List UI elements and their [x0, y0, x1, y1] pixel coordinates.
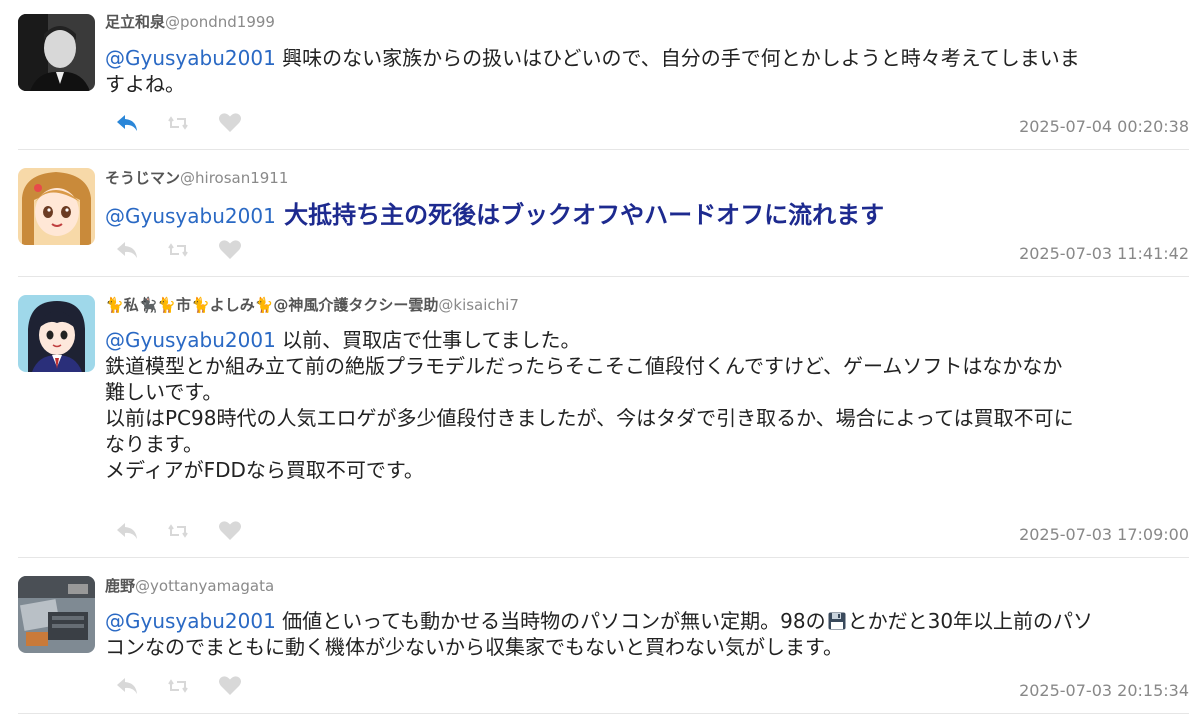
tweet-body: @Gyusyabu2001 大抵持ち主の死後はブックオフやハードオフに流れます [105, 200, 1187, 231]
tweet-body: @Gyusyabu2001 以前、買取店で仕事してました。 鉄道模型とか組み立て… [105, 327, 1187, 483]
timestamp[interactable]: 2025-07-03 11:41:42 [1019, 244, 1189, 263]
display-name[interactable]: 鹿野 [105, 577, 135, 595]
reply-icon[interactable] [115, 519, 141, 543]
tweet-text-line: 鉄道模型とか組み立て前の絶版プラモデルだったらそこそこ値段付くんですけど、ゲーム… [105, 354, 1063, 378]
tweet: そうじマン@hirosan1911 @Gyusyabu2001 大抵持ち主の死後… [0, 150, 1200, 277]
tweet-body: @Gyusyabu2001 価値といっても動かせる当時物のパソコンが無い定期。9… [105, 608, 1187, 660]
retweet-icon[interactable] [165, 519, 191, 543]
display-name[interactable]: そうじマン [105, 169, 180, 187]
tweet-text-line: メディアがFDDなら買取不可です。 [105, 458, 424, 482]
tweet-text-line: コンなのでまともに動く機体が少ないから収集家でもないと買わない気がします。 [105, 635, 843, 659]
retweet-icon[interactable] [165, 238, 191, 262]
heart-icon[interactable] [217, 111, 243, 135]
avatar[interactable] [18, 295, 95, 372]
tweet-text-line: 以前、買取店で仕事してました。 [282, 328, 581, 352]
username: 鹿野@yottanyamagata [105, 575, 274, 596]
retweet-icon[interactable] [165, 674, 191, 698]
tweet-text-line: 以前はPC98時代の人気エロゲが多少値段付きましたが、今はタダで引き取るか、場合… [105, 406, 1074, 430]
avatar[interactable] [18, 14, 95, 91]
reply-icon[interactable] [115, 238, 141, 262]
tweet: 足立和泉@pondnd1999 @Gyusyabu2001 興味のない家族からの… [0, 0, 1200, 150]
username: 🐈私🐈‍⬛🐈市🐈よしみ🐈@神風介護タクシー雲助@kisaichi7 [105, 294, 519, 315]
tweet: 鹿野@yottanyamagata @Gyusyabu2001 価値といっても動… [0, 558, 1200, 714]
tweet-text-segment: とかだと30年以上前のパソ [847, 609, 1094, 633]
tweet-text-line: 興味のない家族からの扱いはひどいので、自分の手で何とかしようと時々考えてしまいま [282, 46, 1080, 70]
heart-icon[interactable] [217, 674, 243, 698]
handle[interactable]: @pondnd1999 [165, 13, 275, 31]
mention-link[interactable]: @Gyusyabu2001 [105, 328, 276, 352]
floppy-disk-icon [828, 610, 846, 630]
handle[interactable]: @hirosan1911 [180, 169, 288, 187]
handle[interactable]: @kisaichi7 [438, 296, 519, 314]
mention-link[interactable]: @Gyusyabu2001 [105, 46, 276, 70]
heart-icon[interactable] [217, 238, 243, 262]
heart-icon[interactable] [217, 519, 243, 543]
tweet-text-line: 難しいです。 [105, 380, 223, 404]
display-name[interactable]: 足立和泉 [105, 13, 165, 31]
tweet: 🐈私🐈‍⬛🐈市🐈よしみ🐈@神風介護タクシー雲助@kisaichi7 @Gyusy… [0, 277, 1200, 558]
retweet-icon[interactable] [165, 111, 191, 135]
handle[interactable]: @yottanyamagata [135, 577, 274, 595]
avatar[interactable] [18, 168, 95, 245]
timestamp[interactable]: 2025-07-03 17:09:00 [1019, 525, 1189, 544]
tweet-text-line: なります。 [105, 432, 203, 456]
username: 足立和泉@pondnd1999 [105, 11, 275, 32]
mention-link[interactable]: @Gyusyabu2001 [105, 609, 276, 633]
reply-icon[interactable] [115, 111, 141, 135]
timestamp[interactable]: 2025-07-03 20:15:34 [1019, 681, 1189, 700]
tweet-text-segment: 価値といっても動かせる当時物のパソコンが無い定期。98の [282, 609, 826, 633]
display-name[interactable]: 🐈私🐈‍⬛🐈市🐈よしみ🐈@神風介護タクシー雲助 [105, 296, 438, 314]
mention-link[interactable]: @Gyusyabu2001 [105, 204, 276, 228]
avatar[interactable] [18, 576, 95, 653]
tweet-body: @Gyusyabu2001 興味のない家族からの扱いはひどいので、自分の手で何と… [105, 45, 1187, 97]
timestamp[interactable]: 2025-07-04 00:20:38 [1019, 117, 1189, 136]
tweet-text-line: 大抵持ち主の死後はブックオフやハードオフに流れます [284, 201, 885, 229]
tweet-text-line: すよね。 [105, 72, 185, 96]
reply-icon[interactable] [115, 674, 141, 698]
username: そうじマン@hirosan1911 [105, 167, 288, 188]
